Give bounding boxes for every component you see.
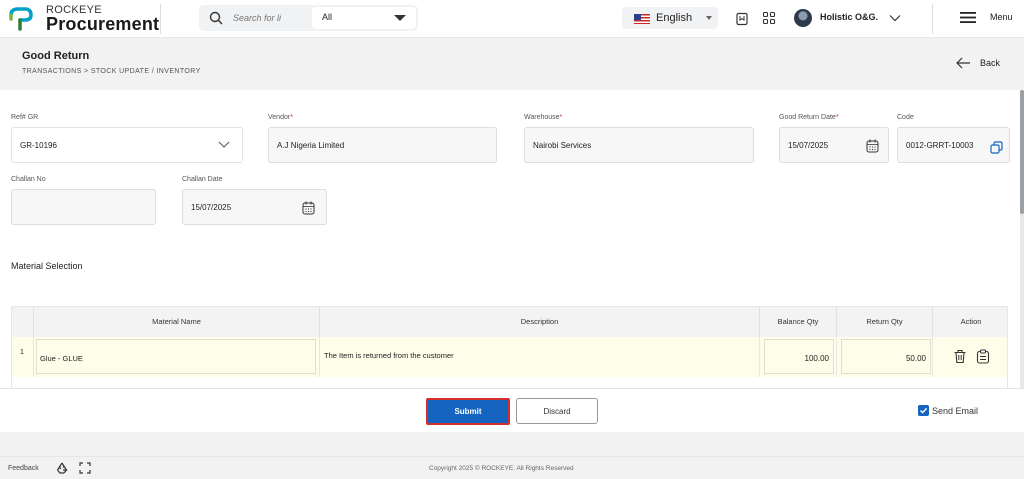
action-bar: Submit Discard Send Email xyxy=(0,388,1024,432)
calendar-icon[interactable] xyxy=(302,201,315,215)
page-header: Good Return TRANSACTIONS > STOCK UPDATE … xyxy=(0,38,1024,90)
menu-label[interactable]: Menu xyxy=(990,12,1013,22)
chevron-down-icon[interactable] xyxy=(888,11,902,25)
search-icon[interactable] xyxy=(209,11,223,25)
us-flag-icon xyxy=(634,14,650,24)
good-return-form: Ref# GR GR-10196 Vendor* A.J Nigeria Lim… xyxy=(0,90,1020,388)
material-name-value: Glue - GLUE xyxy=(40,354,83,363)
divider xyxy=(160,4,161,34)
material-name-input[interactable]: Glue - GLUE xyxy=(36,339,316,374)
vendor-label: Vendor* xyxy=(268,114,293,121)
hamburger-menu-icon[interactable] xyxy=(960,11,976,24)
challan-no-field[interactable] xyxy=(11,189,156,225)
breadcrumb: TRANSACTIONS > STOCK UPDATE / INVENTORY xyxy=(22,68,201,75)
search-scope-select[interactable]: All xyxy=(312,7,416,29)
checkbox-checked-icon[interactable] xyxy=(918,405,929,416)
fullscreen-icon[interactable] xyxy=(79,462,91,474)
column-header: Material Name xyxy=(33,307,319,337)
challan-no-label: Challan No xyxy=(11,176,46,183)
caret-down-icon xyxy=(394,15,406,21)
challan-date-label: Challan Date xyxy=(182,176,223,183)
recycle-icon[interactable] xyxy=(56,462,68,474)
material-table: Material Name Description Balance Qty Re… xyxy=(11,306,1008,388)
rockeye-logo-icon[interactable] xyxy=(8,6,34,32)
top-bar: ROCKEYE Procurement All English Holistic… xyxy=(0,0,1024,38)
return-qty-value: 50.00 xyxy=(905,354,926,363)
copy-icon[interactable] xyxy=(990,141,1003,154)
brand-title: Procurement xyxy=(46,14,160,34)
material-section-title: Material Selection xyxy=(11,261,83,271)
vendor-field[interactable]: A.J Nigeria Limited xyxy=(268,127,497,163)
column-header: Return Qty xyxy=(836,307,932,337)
arrow-left-icon xyxy=(956,57,970,69)
caret-down-icon xyxy=(706,16,712,20)
vendor-value: A.J Nigeria Limited xyxy=(277,141,345,150)
return-qty-cell: 50.00 xyxy=(836,337,932,377)
delete-icon[interactable] xyxy=(953,349,967,364)
balance-qty-cell: 100.00 xyxy=(759,337,836,377)
copyright-text: Copyright 2025 © ROCKEYE. All Rights Res… xyxy=(429,465,574,472)
send-email-label: Send Email xyxy=(932,406,979,416)
calendar-icon[interactable] xyxy=(866,139,879,153)
page-title: Good Return xyxy=(22,50,90,62)
user-name[interactable]: Holistic O&G. xyxy=(820,12,878,22)
search-input[interactable] xyxy=(233,10,305,26)
warehouse-label: Warehouse* xyxy=(524,114,563,121)
challan-date-field[interactable]: 15/07/2025 xyxy=(182,189,327,225)
chevron-down-icon xyxy=(218,141,230,148)
description-cell: The Item is returned from the customer xyxy=(319,337,759,377)
avatar[interactable] xyxy=(794,9,812,27)
row-number: 1 xyxy=(20,349,24,356)
description-value[interactable]: The Item is returned from the customer xyxy=(324,351,454,360)
vertical-scrollbar[interactable] xyxy=(1020,90,1024,388)
code-value: 0012-GRRT-10003 xyxy=(906,141,974,150)
column-header: Action xyxy=(932,307,1009,337)
submit-button[interactable]: Submit xyxy=(426,398,510,425)
ref-label: Ref# GR xyxy=(11,114,39,121)
balance-qty-value: 100.00 xyxy=(804,354,829,363)
back-label: Back xyxy=(980,58,1001,68)
feedback-link[interactable]: Feedback xyxy=(8,465,39,472)
apps-grid-icon[interactable] xyxy=(762,11,776,25)
code-label: Code xyxy=(897,114,914,121)
clipboard-icon[interactable] xyxy=(976,349,990,364)
row-number-header xyxy=(12,307,33,337)
divider xyxy=(932,4,933,34)
code-field[interactable]: 0012-GRRT-10003 xyxy=(897,127,1010,163)
material-name-cell: Glue - GLUE xyxy=(33,337,319,377)
warehouse-value: Nairobi Services xyxy=(533,141,592,150)
back-button[interactable]: Back xyxy=(955,55,1007,71)
page-bottom-area: Feedback Copyright 2025 © ROCKEYE. All R… xyxy=(0,432,1024,479)
send-email-toggle[interactable]: Send Email xyxy=(918,405,998,417)
column-header: Description xyxy=(319,307,759,337)
challan-date-value: 15/07/2025 xyxy=(191,203,232,212)
column-header: Balance Qty xyxy=(759,307,836,337)
table-row: 1 Glue - GLUE The Item is returned from … xyxy=(12,337,1007,377)
global-search: All xyxy=(199,5,418,31)
return-qty-input[interactable]: 50.00 xyxy=(841,339,931,374)
bookmark-icon[interactable] xyxy=(735,12,749,26)
ref-value: GR-10196 xyxy=(20,141,57,150)
table-header: Material Name Description Balance Qty Re… xyxy=(12,307,1007,337)
row-number-cell: 1 xyxy=(12,337,33,377)
language-select[interactable]: English xyxy=(622,7,718,29)
language-value: English xyxy=(656,12,693,24)
return-date-label: Good Return Date* xyxy=(779,114,839,121)
ref-select[interactable]: GR-10196 xyxy=(11,127,243,163)
search-scope-value: All xyxy=(322,12,333,22)
discard-button[interactable]: Discard xyxy=(516,398,598,424)
status-bar: Feedback Copyright 2025 © ROCKEYE. All R… xyxy=(0,456,1024,479)
balance-qty-input[interactable]: 100.00 xyxy=(764,339,834,374)
warehouse-field[interactable]: Nairobi Services xyxy=(524,127,754,163)
return-date-value: 15/07/2025 xyxy=(788,141,829,150)
return-date-field[interactable]: 15/07/2025 xyxy=(779,127,889,163)
action-cell xyxy=(932,337,1009,377)
scrollbar-thumb[interactable] xyxy=(1020,90,1024,214)
